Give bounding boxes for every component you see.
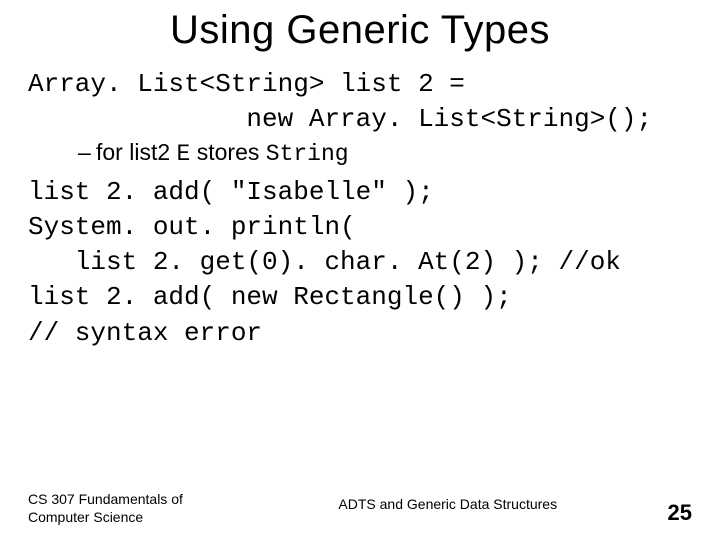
code-line-1: Array. List<String> list 2 =: [28, 67, 692, 102]
slide-number: 25: [668, 500, 692, 526]
footer-center: ADTS and Generic Data Structures: [228, 496, 668, 526]
slide-footer: CS 307 Fundamentals of Computer Science …: [28, 491, 692, 526]
code-line-7: // syntax error: [28, 316, 692, 351]
code-line-5: list 2. get(0). char. At(2) ); //ok: [28, 245, 692, 280]
footer-left: CS 307 Fundamentals of Computer Science: [28, 491, 228, 526]
bullet-prefix: for list2: [96, 139, 177, 165]
code-line-2: new Array. List<String>();: [28, 102, 692, 137]
slide-title: Using Generic Types: [28, 8, 692, 53]
code-line-6: list 2. add( new Rectangle() );: [28, 280, 692, 315]
dash-icon: –: [78, 139, 96, 166]
bullet-mono-1: E: [177, 141, 191, 167]
bullet-mono-2: String: [266, 141, 349, 167]
code-line-3: list 2. add( "Isabelle" );: [28, 175, 692, 210]
bullet-line: –for list2 E stores String: [78, 139, 692, 167]
code-line-4: System. out. println(: [28, 210, 692, 245]
bullet-mid: stores: [190, 139, 265, 165]
